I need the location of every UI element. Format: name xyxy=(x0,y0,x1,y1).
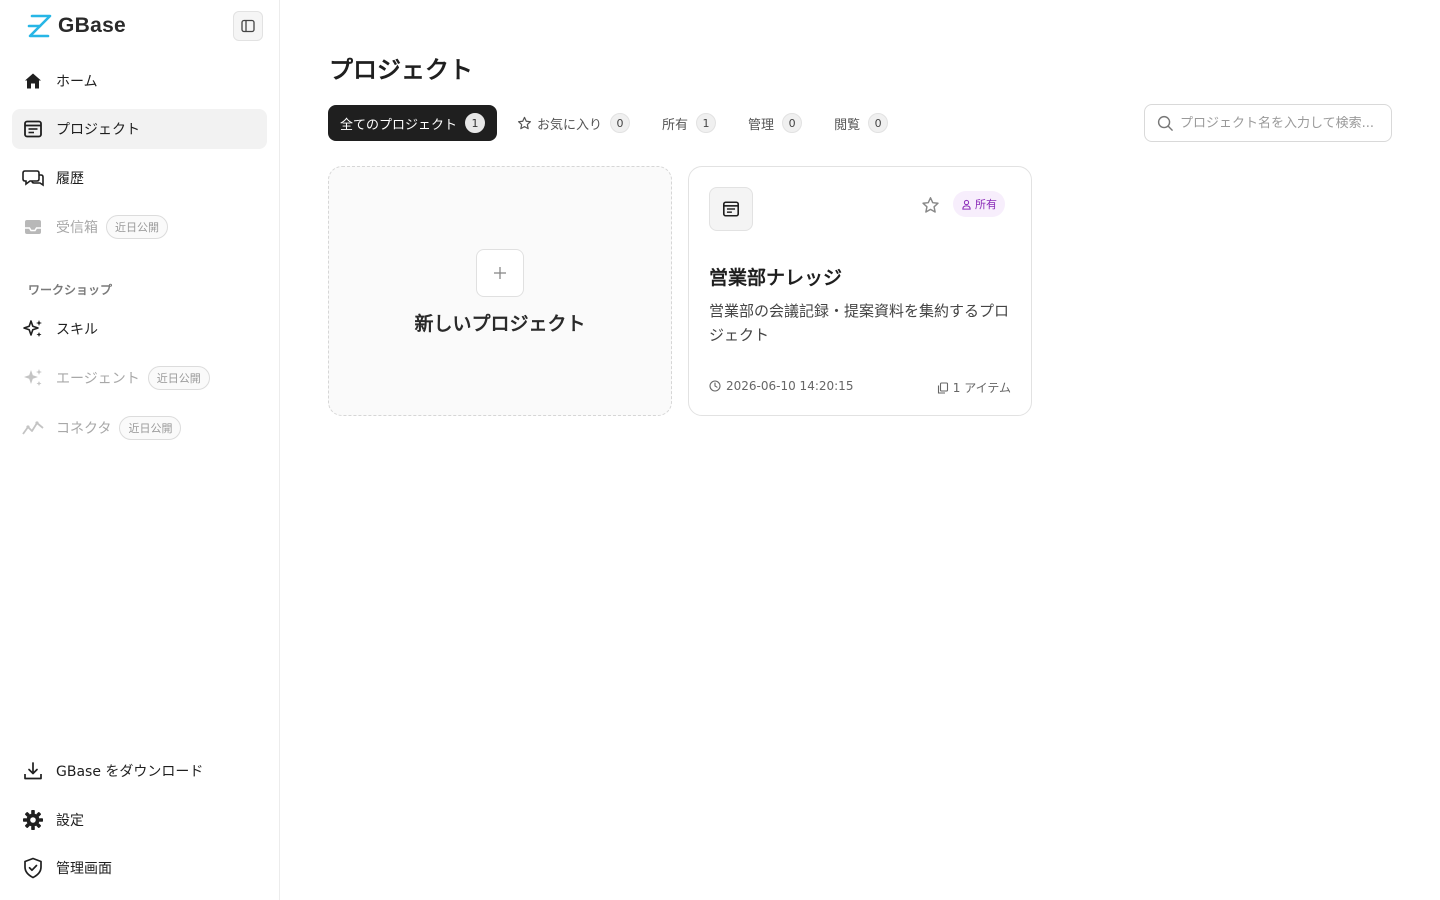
search-input[interactable] xyxy=(1180,115,1385,131)
project-icon xyxy=(22,118,44,140)
plus-icon xyxy=(476,249,524,297)
copy-icon xyxy=(937,381,948,394)
coming-soon-badge: 近日公開 xyxy=(147,366,210,390)
sidebar-item-label: 受信箱 xyxy=(56,220,98,236)
filter-tabs: 全てのプロジェクト 1 お気に入り 0 所有 1 管理 0 閲覧 0 xyxy=(328,105,908,141)
coming-soon-badge: 近日公開 xyxy=(119,416,182,440)
tab-viewer[interactable]: 閲覧 0 xyxy=(822,105,900,141)
inbox-icon xyxy=(22,216,44,238)
favorite-star-button[interactable] xyxy=(919,194,941,216)
sidebar-item-label: エージェント xyxy=(56,371,140,387)
tab-count: 0 xyxy=(610,113,631,133)
tab-label: お気に入り xyxy=(537,117,603,133)
app-logo[interactable]: GBase xyxy=(26,14,126,38)
home-icon xyxy=(22,70,44,92)
sidebar-item-label: 履歴 xyxy=(56,171,84,187)
sidebar-item-download[interactable]: GBase をダウンロード xyxy=(12,751,267,791)
tab-label: 所有 xyxy=(662,117,689,133)
download-icon xyxy=(22,760,44,782)
owner-badge: 所有 xyxy=(953,191,1005,217)
sidebar-item-projects[interactable]: プロジェクト xyxy=(12,109,267,149)
gear-icon xyxy=(22,809,44,831)
sidebar-item-label: コネクタ xyxy=(56,421,112,437)
tab-favorites[interactable]: お気に入り 0 xyxy=(505,105,642,141)
sidebar-item-label: GBase をダウンロード xyxy=(56,764,204,780)
project-updated-text: 2026-06-10 14:20:15 xyxy=(726,379,854,393)
sidebar-item-label: スキル xyxy=(56,322,98,338)
project-item-count: 1 アイテム xyxy=(937,379,1011,396)
sidebar-item-skills[interactable]: スキル xyxy=(12,309,267,349)
section-title-workshop: ワークショップ xyxy=(28,283,113,297)
sidebar-item-label: 管理画面 xyxy=(56,861,112,877)
project-updated-time: 2026-06-10 14:20:15 xyxy=(709,379,853,393)
sidebar-item-label: ホーム xyxy=(56,74,98,90)
sidebar-item-settings[interactable]: 設定 xyxy=(12,800,267,840)
tab-label: 全てのプロジェクト xyxy=(340,117,458,133)
new-project-card[interactable]: 新しいプロジェクト xyxy=(328,166,672,416)
sidebar-item-home[interactable]: ホーム xyxy=(12,61,267,101)
sidebar-item-inbox[interactable]: 受信箱 近日公開 xyxy=(12,207,267,247)
coming-soon-badge: 近日公開 xyxy=(106,215,168,239)
tab-count: 1 xyxy=(465,113,486,133)
project-search xyxy=(1144,104,1392,142)
sidebar-item-agents[interactable]: エージェント 近日公開 xyxy=(12,358,267,398)
main-content: プロジェクト 全てのプロジェクト 1 お気に入り 0 所有 1 管理 0 閲覧 … xyxy=(280,0,1440,900)
star-icon xyxy=(517,116,532,131)
page-title: プロジェクト xyxy=(329,56,473,84)
chat-history-icon xyxy=(22,167,44,189)
tab-all-projects[interactable]: 全てのプロジェクト 1 xyxy=(328,105,498,141)
project-name: 営業部ナレッジ xyxy=(709,267,843,289)
agent-sparkle-icon xyxy=(22,367,44,389)
sparkles-icon xyxy=(22,318,44,340)
tab-label: 閲覧 xyxy=(834,117,861,133)
tab-count: 0 xyxy=(868,113,889,133)
project-icon xyxy=(709,187,753,231)
sidebar-item-connectors[interactable]: コネクタ 近日公開 xyxy=(12,408,267,448)
owner-badge-label: 所有 xyxy=(975,198,997,211)
clock-icon xyxy=(709,380,721,392)
project-card[interactable]: 所有 営業部ナレッジ 営業部の会議記録・提案資料を集約するプロジェクト 2026… xyxy=(688,166,1032,416)
tab-count: 0 xyxy=(782,113,803,133)
sidebar-item-label: プロジェクト xyxy=(56,122,140,138)
tab-count: 1 xyxy=(696,113,717,133)
gbase-logo-icon xyxy=(27,14,52,38)
star-icon xyxy=(921,196,939,213)
sidebar-item-history[interactable]: 履歴 xyxy=(12,158,267,198)
sidebar-item-admin[interactable]: 管理画面 xyxy=(12,848,267,888)
tab-owned[interactable]: 所有 1 xyxy=(650,105,728,141)
tab-label: 管理 xyxy=(748,117,775,133)
project-item-count-text: 1 アイテム xyxy=(952,381,1011,395)
sidebar-item-label: 設定 xyxy=(56,813,84,829)
sidebar: GBase ホーム プロジェクト 履歴 受信箱 近日公開 ワークショップ スキル… xyxy=(0,0,280,900)
connector-icon xyxy=(22,417,44,439)
tab-managed[interactable]: 管理 0 xyxy=(736,105,814,141)
app-name: GBase xyxy=(58,14,127,37)
sidebar-toggle-icon xyxy=(241,19,255,33)
new-project-label: 新しいプロジェクト xyxy=(414,313,586,335)
sidebar-collapse-button[interactable] xyxy=(233,11,263,41)
shield-check-icon xyxy=(22,857,44,879)
project-description: 営業部の会議記録・提案資料を集約するプロジェクト xyxy=(709,302,1010,344)
search-icon xyxy=(1157,115,1174,132)
user-icon xyxy=(962,199,971,210)
